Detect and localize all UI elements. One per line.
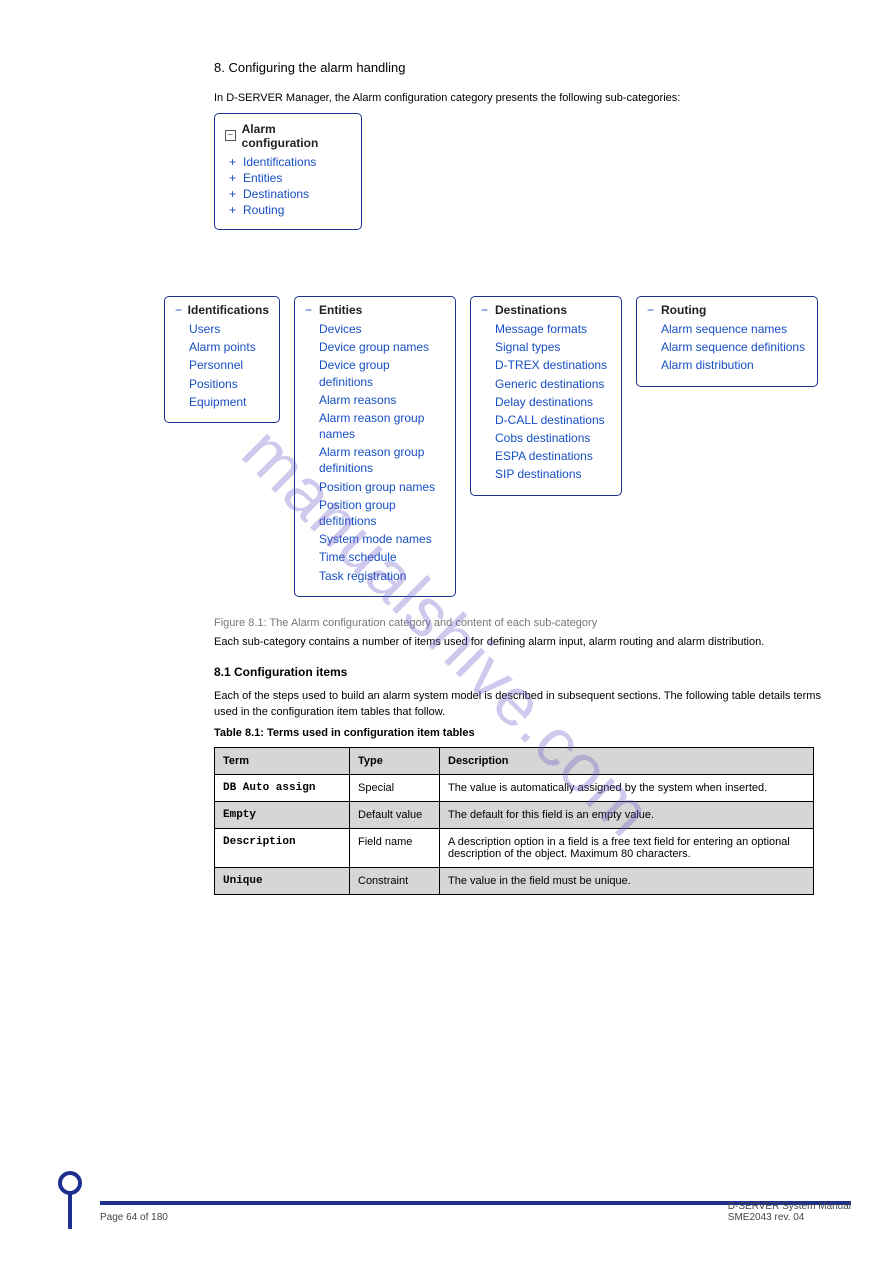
section-title: 8. Configuring the alarm handling xyxy=(214,60,833,75)
ent-item-alarmreasongroupdefs[interactable]: Alarm reason group definitions xyxy=(319,444,445,476)
routing-title: Routing xyxy=(661,303,706,317)
dst-item-dtrex[interactable]: D-TREX destinations xyxy=(495,357,611,373)
identifications-header[interactable]: − Identifications xyxy=(175,303,269,317)
ent-item-alarmreasongroupnames[interactable]: Alarm reason group names xyxy=(319,410,445,442)
col-type: Type xyxy=(350,747,440,774)
routing-box: − Routing Alarm sequence names Alarm seq… xyxy=(636,296,818,387)
ent-item-sysmodenames[interactable]: System mode names xyxy=(319,531,445,547)
cat-item-label: Entities xyxy=(243,171,282,185)
col-term: Term xyxy=(215,747,350,774)
identifications-box: − Identifications Users Alarm points Per… xyxy=(164,296,280,423)
table-row: Description Field name A description opt… xyxy=(215,828,814,867)
type-cell: Field name xyxy=(350,828,440,867)
type-cell: Constraint xyxy=(350,867,440,894)
dst-item-cobs[interactable]: Cobs destinations xyxy=(495,430,611,446)
figure-caption: Figure 8.1: The Alarm configuration cate… xyxy=(214,617,833,629)
minus-icon: − xyxy=(647,303,656,317)
entities-title: Entities xyxy=(319,303,362,317)
subsection-title: 8.1 Configuration items xyxy=(214,665,833,679)
desc-cell: A description option in a field is a fre… xyxy=(440,828,814,867)
footer-doc: D-SERVER System Manual SME2043 rev. 04 xyxy=(728,1201,851,1223)
entities-box: − Entities Devices Device group names De… xyxy=(294,296,456,597)
table-row: DB Auto assign Special The value is auto… xyxy=(215,774,814,801)
identifications-title: Identifications xyxy=(188,303,269,317)
desc-cell: The value is automatically assigned by t… xyxy=(440,774,814,801)
entities-header[interactable]: − Entities xyxy=(305,303,445,317)
rt-item-seqdefs[interactable]: Alarm sequence definitions xyxy=(661,339,807,355)
desc-cell: The default for this field is an empty v… xyxy=(440,801,814,828)
table-header-row: Term Type Description xyxy=(215,747,814,774)
plus-icon: + xyxy=(229,187,238,201)
ent-item-devices[interactable]: Devices xyxy=(319,321,445,337)
footer-ring-icon xyxy=(58,1171,82,1195)
id-item-equipment[interactable]: Equipment xyxy=(189,394,269,410)
cat-item-label: Routing xyxy=(243,203,284,217)
ent-item-devgroupnames[interactable]: Device group names xyxy=(319,339,445,355)
alarm-config-header[interactable]: − Alarm configuration xyxy=(225,122,351,150)
ent-item-taskregistration[interactable]: Task registration xyxy=(319,568,445,584)
minus-icon: − xyxy=(175,303,183,317)
plus-icon: + xyxy=(229,155,238,169)
footer: Page 64 of 180 D-SERVER System Manual SM… xyxy=(0,1151,893,1229)
intro-text: In D-SERVER Manager, the Alarm configura… xyxy=(214,91,833,107)
cat-item-label: Identifications xyxy=(243,155,316,169)
minus-icon: − xyxy=(305,303,314,317)
term-cell: Empty xyxy=(215,801,350,828)
rt-item-seqnames[interactable]: Alarm sequence names xyxy=(661,321,807,337)
page: 8. Configuring the alarm handling In D-S… xyxy=(0,0,893,935)
id-item-personnel[interactable]: Personnel xyxy=(189,357,269,373)
dst-item-dcall[interactable]: D-CALL destinations xyxy=(495,412,611,428)
destinations-title: Destinations xyxy=(495,303,567,317)
minus-icon: − xyxy=(481,303,490,317)
term-cell: Description xyxy=(215,828,350,867)
conf-items-text: Each of the steps used to build an alarm… xyxy=(214,689,833,721)
id-item-positions[interactable]: Positions xyxy=(189,376,269,392)
dst-item-generic[interactable]: Generic destinations xyxy=(495,376,611,392)
destinations-box: − Destinations Message formats Signal ty… xyxy=(470,296,622,496)
table-caption: Table 8.1: Terms used in configuration i… xyxy=(214,727,833,739)
type-cell: Default value xyxy=(350,801,440,828)
type-cell: Special xyxy=(350,774,440,801)
plus-icon: + xyxy=(229,203,238,217)
term-cell: Unique xyxy=(215,867,350,894)
ent-item-timeschedule[interactable]: Time schedule xyxy=(319,549,445,565)
footer-doc-title: D-SERVER System Manual xyxy=(728,1201,851,1212)
dst-item-msgformats[interactable]: Message formats xyxy=(495,321,611,337)
routing-header[interactable]: − Routing xyxy=(647,303,807,317)
desc-cell: The value in the field must be unique. xyxy=(440,867,814,894)
subcategory-row: − Identifications Users Alarm points Per… xyxy=(164,296,833,597)
cat-item-identifications[interactable]: + Identifications xyxy=(229,155,351,169)
footer-stem-icon xyxy=(68,1189,72,1229)
destinations-header[interactable]: − Destinations xyxy=(481,303,611,317)
alarm-config-box: − Alarm configuration + Identifications … xyxy=(214,113,362,230)
ent-item-alarmreasons[interactable]: Alarm reasons xyxy=(319,392,445,408)
col-desc: Description xyxy=(440,747,814,774)
ent-item-posgroupdefs[interactable]: Position group defitintions xyxy=(319,497,445,529)
rt-item-distribution[interactable]: Alarm distribution xyxy=(661,357,807,373)
cat-item-destinations[interactable]: + Destinations xyxy=(229,187,351,201)
term-cell: DB Auto assign xyxy=(215,774,350,801)
id-item-alarm-points[interactable]: Alarm points xyxy=(189,339,269,355)
terms-table: Term Type Description DB Auto assign Spe… xyxy=(214,747,814,895)
dst-item-signaltypes[interactable]: Signal types xyxy=(495,339,611,355)
dst-item-delay[interactable]: Delay destinations xyxy=(495,394,611,410)
plus-icon: + xyxy=(229,171,238,185)
cat-item-entities[interactable]: + Entities xyxy=(229,171,351,185)
ent-item-posgroupnames[interactable]: Position group names xyxy=(319,479,445,495)
collapse-icon[interactable]: − xyxy=(225,130,236,141)
footer-doc-ver: SME2043 rev. 04 xyxy=(728,1212,805,1223)
alarm-config-title: Alarm configuration xyxy=(242,122,351,150)
cat-item-routing[interactable]: + Routing xyxy=(229,203,351,217)
paragraph-1: Each sub-category contains a number of i… xyxy=(214,635,833,651)
ent-item-devgroupdefs[interactable]: Device group definitions xyxy=(319,357,445,389)
table-row: Unique Constraint The value in the field… xyxy=(215,867,814,894)
dst-item-sip[interactable]: SIP destinations xyxy=(495,466,611,482)
footer-page: Page 64 of 180 xyxy=(100,1212,168,1223)
table-row: Empty Default value The default for this… xyxy=(215,801,814,828)
id-item-users[interactable]: Users xyxy=(189,321,269,337)
dst-item-espa[interactable]: ESPA destinations xyxy=(495,448,611,464)
cat-item-label: Destinations xyxy=(243,187,309,201)
